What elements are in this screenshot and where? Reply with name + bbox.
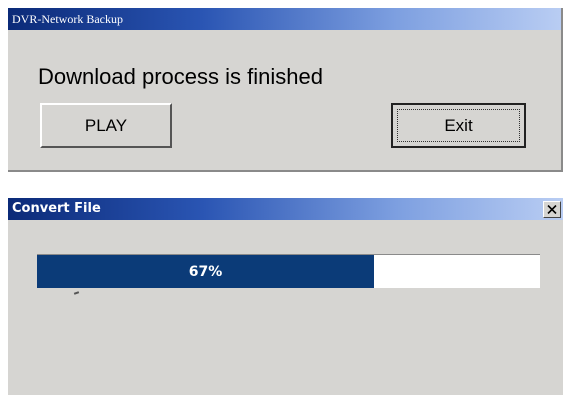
close-button[interactable]: [543, 201, 561, 218]
backup-dialog: DVR-Network Backup Download process is f…: [8, 8, 563, 172]
convert-file-dialog: Convert File 67%: [8, 198, 563, 395]
progress-percent-label: 67%: [188, 263, 223, 280]
status-text-fragment: [73, 291, 80, 295]
convert-dialog-title: Convert File: [12, 201, 101, 216]
progress-bar: 67%: [37, 254, 540, 288]
backup-dialog-title: DVR-Network Backup: [12, 12, 123, 26]
close-icon: [547, 205, 557, 214]
backup-dialog-titlebar[interactable]: DVR-Network Backup: [8, 8, 561, 30]
play-button[interactable]: PLAY: [40, 103, 172, 148]
download-finished-message: Download process is finished: [38, 64, 323, 89]
exit-button[interactable]: Exit: [391, 103, 526, 148]
focus-rectangle: [397, 109, 520, 142]
convert-dialog-titlebar[interactable]: Convert File: [8, 198, 563, 220]
play-button-label: PLAY: [84, 115, 128, 135]
